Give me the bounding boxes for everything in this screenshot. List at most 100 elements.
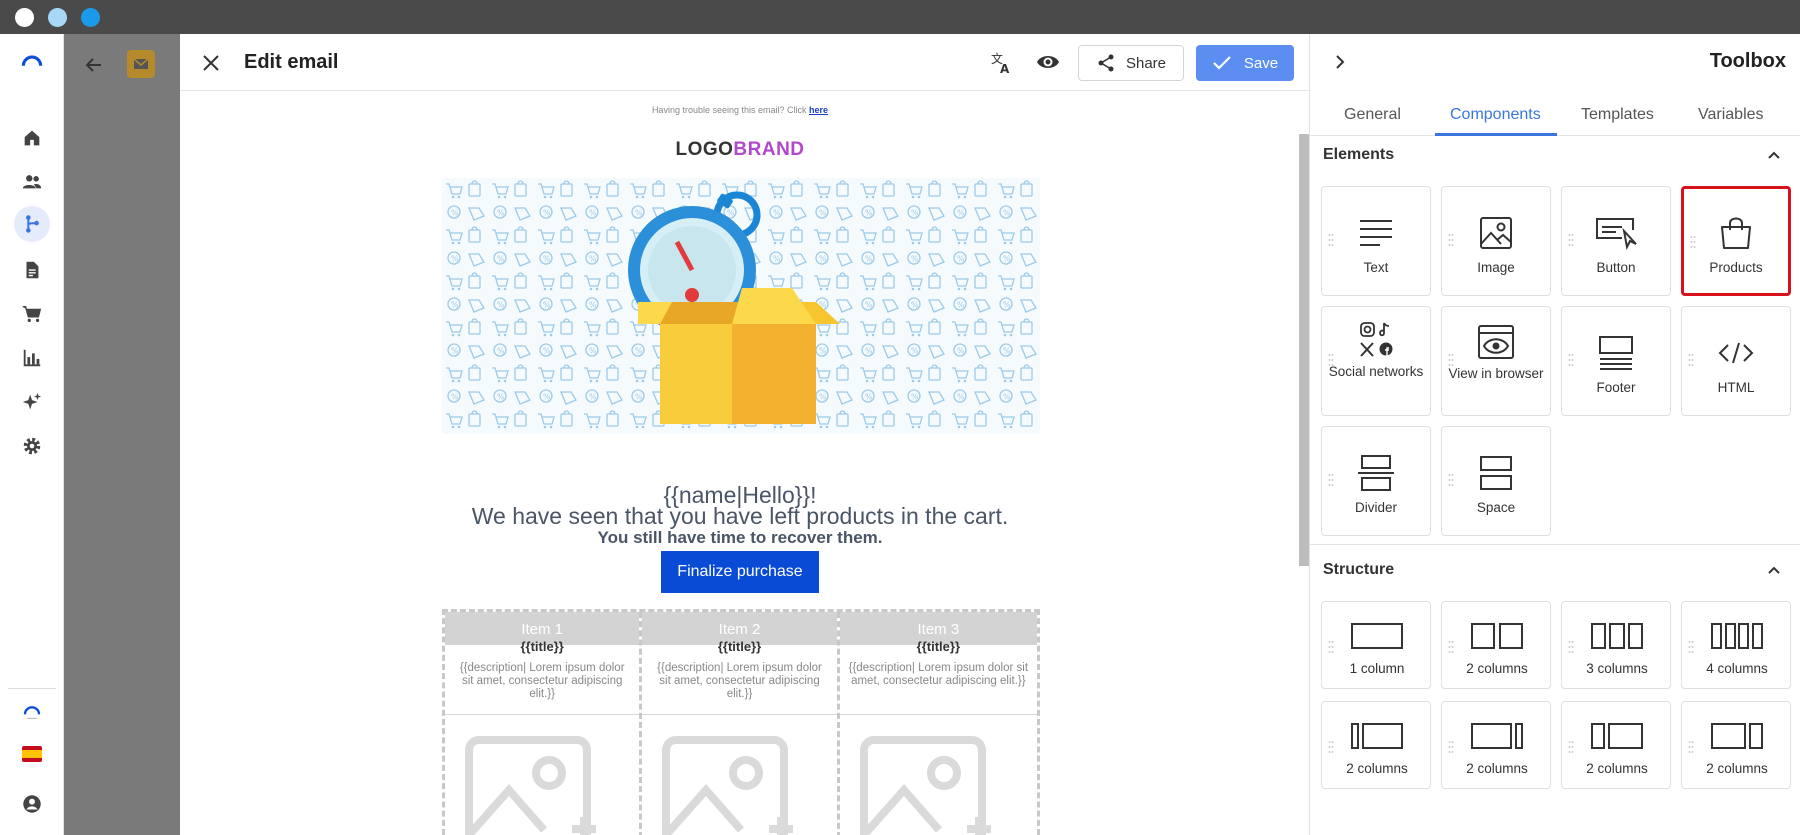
drag-handle-icon[interactable] <box>1448 473 1454 487</box>
shopping-cart-icon[interactable] <box>14 296 50 332</box>
contacts-icon[interactable] <box>14 164 50 200</box>
tab-components[interactable]: Components <box>1450 106 1541 124</box>
window-dot-close[interactable] <box>15 8 34 27</box>
chevron-right-icon[interactable] <box>1330 52 1350 72</box>
element-button[interactable]: Button <box>1561 186 1671 296</box>
structure-3-columns[interactable]: 3 columns <box>1561 601 1671 689</box>
sparkles-icon[interactable] <box>14 384 50 420</box>
save-label: Save <box>1243 54 1279 72</box>
chevron-up-icon[interactable] <box>1766 562 1782 578</box>
product-title: {{title}} <box>717 639 762 654</box>
element-view-in-browser[interactable]: View in browser <box>1441 306 1551 416</box>
translate-icon[interactable]: 文A <box>990 51 1014 75</box>
structure-2-columns[interactable]: 2 columns <box>1441 601 1551 689</box>
editor-title: Edit email <box>244 51 339 73</box>
button-icon <box>1596 218 1637 250</box>
view-online-link[interactable]: here <box>809 105 828 115</box>
element-image[interactable]: Image <box>1441 186 1551 296</box>
save-button[interactable]: Save <box>1196 45 1294 81</box>
footer-icon <box>1599 336 1633 370</box>
window-dot-minimize[interactable] <box>48 8 67 27</box>
check-icon <box>1213 56 1231 70</box>
document-icon[interactable] <box>14 252 50 288</box>
drag-handle-icon[interactable] <box>1688 353 1694 367</box>
structure-1-column[interactable]: 1 column <box>1321 601 1431 689</box>
drag-handle-icon[interactable] <box>1328 473 1334 487</box>
drag-handle-icon[interactable] <box>1568 353 1574 367</box>
layout-narrow-right-icon <box>1471 723 1523 749</box>
element-divider[interactable]: Divider <box>1321 426 1431 536</box>
element-footer[interactable]: Footer <box>1561 306 1671 416</box>
layout-3-columns-icon <box>1591 623 1643 649</box>
logo-part-2: BRAND <box>733 139 805 160</box>
brand-logo-icon[interactable] <box>14 43 50 79</box>
layout-third-left-icon <box>1591 723 1643 749</box>
spain-flag-icon[interactable] <box>14 736 50 772</box>
account-icon[interactable] <box>14 786 50 822</box>
product-divider <box>642 714 837 715</box>
image-icon <box>1480 217 1512 249</box>
active-tab-indicator <box>1435 133 1557 136</box>
structure-2-columns-third-left[interactable]: 2 columns <box>1561 701 1671 789</box>
element-label: HTML <box>1717 380 1755 395</box>
product-divider <box>445 714 640 715</box>
social-networks-icon <box>1360 322 1393 357</box>
bar-chart-icon[interactable] <box>14 340 50 376</box>
trouble-text: Having trouble seeing this email? Click <box>651 105 807 115</box>
element-products[interactable]: Products <box>1681 186 1791 296</box>
structure-2-columns-narrow-right[interactable]: 2 columns <box>1441 701 1551 789</box>
element-label: Footer <box>1596 380 1636 395</box>
automation-flow-icon[interactable] <box>14 206 50 242</box>
email-logo: LOGOBRAND <box>180 139 1300 161</box>
editor-scrollbar[interactable] <box>1299 134 1309 566</box>
email-line-1: We have seen that you have left products… <box>471 503 1009 529</box>
element-social-networks[interactable]: Social networks <box>1321 306 1431 416</box>
structure-2-columns-narrow-left[interactable]: 2 columns <box>1321 701 1431 789</box>
window-dot-maximize[interactable] <box>81 8 100 27</box>
email-line-2: You still have time to recover them. <box>597 528 883 547</box>
settings-icon[interactable] <box>14 428 50 464</box>
products-block[interactable]: Item 1 {{title}} {{description| Lorem ip… <box>442 609 1040 835</box>
chevron-up-icon[interactable] <box>1766 147 1782 163</box>
product-item[interactable]: Item 3 {{title}} {{description| Lorem ip… <box>839 612 1037 835</box>
share-button[interactable]: Share <box>1078 45 1184 81</box>
preview-eye-icon[interactable] <box>1036 53 1060 71</box>
product-item[interactable]: Item 2 {{title}} {{description| Lorem ip… <box>642 612 840 835</box>
tab-templates[interactable]: Templates <box>1581 106 1654 124</box>
drag-handle-icon[interactable] <box>1328 353 1334 367</box>
modal-backdrop <box>64 34 180 835</box>
tab-general[interactable]: General <box>1344 106 1401 124</box>
tab-variables[interactable]: Variables <box>1698 106 1764 124</box>
share-label: Share <box>1125 54 1167 72</box>
structure-4-columns[interactable]: 4 columns <box>1681 601 1791 689</box>
drag-handle-icon[interactable] <box>1568 233 1574 247</box>
structure-2-columns-third-right[interactable]: 2 columns <box>1681 701 1791 789</box>
element-space[interactable]: Space <box>1441 426 1551 536</box>
image-placeholder-icon <box>859 736 991 835</box>
window-titlebar <box>0 0 1800 34</box>
sidebar-divider <box>8 688 56 689</box>
structure-label: 2 columns <box>1466 761 1528 776</box>
element-html[interactable]: HTML <box>1681 306 1791 416</box>
text-icon <box>1360 220 1392 246</box>
element-text[interactable]: Text <box>1321 186 1431 296</box>
close-icon[interactable] <box>200 52 222 74</box>
brand-logo-icon[interactable] <box>14 694 50 730</box>
drag-handle-icon[interactable] <box>1328 233 1334 247</box>
elements-section-title: Elements <box>1323 146 1395 163</box>
element-label: Social networks <box>1328 364 1424 379</box>
structure-label: 1 column <box>1349 661 1405 676</box>
layout-1-column-icon <box>1351 623 1403 649</box>
logo-part-1: LOGO <box>675 139 734 160</box>
hero-image[interactable]: % <box>442 178 1040 434</box>
layout-narrow-left-icon <box>1351 723 1403 749</box>
drag-handle-icon[interactable] <box>1448 353 1454 367</box>
trouble-viewing-notice: Having trouble seeing this email? Click … <box>180 105 1300 115</box>
structure-label: 2 columns <box>1466 661 1528 676</box>
email-editor: Edit email 文A Share Save Having trouble … <box>180 34 1309 835</box>
product-item[interactable]: Item 1 {{title}} {{description| Lorem ip… <box>445 612 643 835</box>
home-icon[interactable] <box>14 120 50 156</box>
drag-handle-icon[interactable] <box>1690 235 1696 249</box>
drag-handle-icon[interactable] <box>1448 233 1454 247</box>
finalize-purchase-button[interactable]: Finalize purchase <box>661 551 819 593</box>
